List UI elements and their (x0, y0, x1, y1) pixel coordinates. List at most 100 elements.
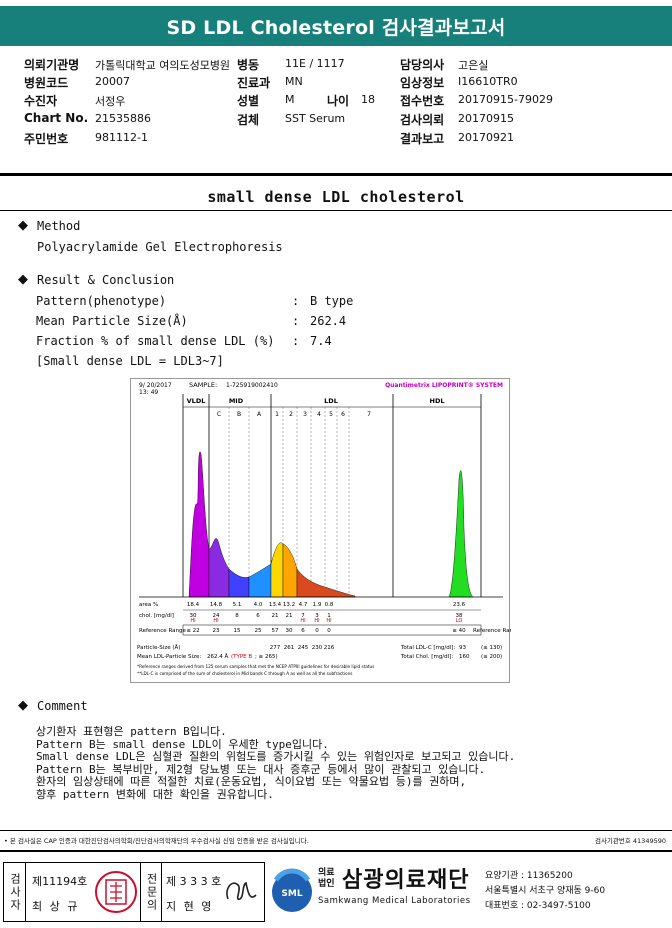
tester-seal-icon (95, 871, 137, 913)
result-value: 262.4 (310, 314, 347, 328)
comment-body: 상기환자 표현형은 pattern B입니다. Pattern B는 small… (36, 725, 656, 801)
result-sep: : (292, 334, 300, 348)
result-label: Fraction % of small dense LDL (%) (36, 334, 275, 348)
agency-number-note: 검사기관번호 41349590 (594, 837, 666, 845)
area-value: 13.2 (283, 602, 295, 608)
certification-note: • 본 검사실은 CAP 인증과 대한진단검사의학회/진단검사의학재단의 우수검… (4, 837, 309, 845)
doctor-value: 고은실 (458, 59, 489, 72)
sub-band-label: B (237, 411, 241, 418)
ward-label: 병동 (237, 58, 260, 72)
patient-info: 의뢰기관명 가톨릭대학교 여의도성모병원 병동 11E / 1117 담당의사 … (0, 52, 672, 152)
method-text: Polyacrylamide Gel Electrophoresis (37, 240, 283, 254)
particle-size-value: 261 (284, 645, 295, 651)
org-latin-name: Samkwang Medical Laboratories (318, 896, 471, 906)
divider (0, 850, 672, 852)
org-prefix: 의료법인 (318, 868, 335, 889)
bullet-diamond-icon: ◆ (18, 272, 28, 287)
vldl-peak (188, 451, 210, 598)
chol-value: 21 (272, 613, 279, 619)
area-value: 4.7 (299, 602, 308, 608)
reference-value: ≥ 40 (452, 628, 466, 634)
total-ldl-label: Total LDL-C [mg/dl]: (400, 645, 455, 651)
doctor-label: 담당의사 (400, 58, 445, 72)
area-row-label: area % (139, 602, 158, 608)
clinical-value: I16610TR0 (458, 75, 518, 88)
reference-value: 6 (301, 628, 305, 634)
chart-label: Chart No. (24, 111, 89, 125)
area-value: 0.8 (325, 602, 334, 608)
result-row: Mean Particle Size(Å) : 262.4 (36, 314, 436, 334)
sub-band-label: A (257, 411, 262, 418)
org-phone: 대표번호 : 02-3497-5100 (485, 901, 591, 911)
area-value: 1.9 (313, 602, 322, 608)
age-value: 18 (361, 93, 375, 106)
sub-band-label: 5 (329, 411, 333, 418)
comment-line: 상기환자 표현형은 pattern B입니다. (36, 725, 227, 738)
plot-area: VLDL MID LDL HDL C B A 1 2 3 4 5 6 7 (139, 394, 503, 598)
data-table: area % chol. [mg/dl] Reference Range Refere… (139, 602, 520, 651)
result-value: B type (310, 294, 354, 308)
chol-value: 21 (286, 613, 293, 619)
sex-value: M (285, 93, 295, 106)
bullet-diamond-icon: ◆ (18, 218, 28, 233)
dept-label: 진료과 (237, 76, 271, 90)
specialist-license: 제 3 3 3 호 (166, 875, 222, 888)
reference-value: 15 (234, 628, 241, 634)
sub-band-label: 7 (367, 411, 371, 418)
chol-flag: HI (326, 618, 331, 624)
sub-band-label: 1 (275, 411, 279, 418)
particle-size-label: Particle-Size (Å) (137, 644, 180, 651)
brand-label: Quantimetrix LIPOPRINT® SYSTEM (385, 382, 503, 389)
total-ldl-ref: (≤ 130) (481, 645, 502, 651)
mid-a-peak (248, 563, 272, 598)
chol-flag: HI (190, 618, 195, 624)
sample-label: SAMPLE: (189, 381, 217, 389)
reference-value: 0 (327, 628, 331, 634)
divider (0, 210, 672, 211)
chol-value: 8 (235, 613, 239, 619)
chart-time: 13: 49 (139, 389, 158, 396)
reference-value: 30 (286, 628, 293, 634)
org-address: 서울특별시 서초구 양재동 9-60 (485, 886, 606, 896)
particle-size-value: 216 (324, 645, 335, 651)
chol-flag: HI (213, 618, 218, 624)
ldl2-peak (282, 543, 298, 598)
signature-scribble-icon (226, 881, 257, 900)
age-label: 나이 (327, 94, 350, 108)
area-value: 18.4 (187, 602, 200, 608)
sub-band-label: 3 (303, 411, 307, 418)
specialist-title: 전문의 (140, 863, 162, 921)
result-sep: : (292, 314, 300, 328)
chart-footnote: **LDL-C is comprised of the sum of chole… (137, 671, 352, 676)
divider (0, 173, 672, 176)
comment-line: 향후 pattern 변화에 대한 확인을 권유합니다. (36, 787, 274, 801)
sub-band-label: 2 (289, 411, 293, 418)
org-name: 삼광의료재단 (342, 868, 470, 893)
sml-logo-icon: SML (272, 868, 312, 912)
report-date-value: 20170921 (458, 131, 514, 144)
band-group-label: VLDL (187, 397, 206, 405)
ward-value: 11E / 1117 (285, 57, 345, 70)
total-ldl-value: 93 (459, 645, 466, 651)
code-value: 20007 (95, 75, 130, 88)
hospital-label: 의뢰기관명 (24, 58, 80, 72)
clinical-label: 임상정보 (400, 76, 445, 90)
reference-value: ≤ 22 (186, 628, 199, 634)
total-chol-ref: (≤ 200) (481, 654, 502, 660)
result-heading: Result & Conclusion (37, 273, 175, 287)
sub-band-label: 4 (317, 411, 321, 418)
dept-value: MN (285, 75, 303, 88)
chart-footnote: *Reference ranges derived from 125 serum… (137, 664, 374, 669)
report-title: SD LDL Cholesterol 검사결과보고서 (0, 6, 672, 46)
request-label: 검사의뢰 (400, 113, 445, 127)
request-value: 20170915 (458, 112, 514, 125)
mean-size-ref: ; ≥ 265) (255, 654, 278, 660)
lipoprint-chart: 9/ 20/2017 13: 49 SAMPLE: 1-725919002410… (130, 378, 520, 683)
reference-value: 57 (272, 628, 279, 634)
mean-size-type: (TYPE B (231, 654, 252, 660)
patient-label: 수진자 (24, 94, 58, 108)
total-chol-value: 160 (459, 654, 470, 660)
particle-size-value: 245 (298, 645, 309, 651)
result-sep: : (292, 294, 300, 308)
chol-value: 6 (256, 613, 260, 619)
